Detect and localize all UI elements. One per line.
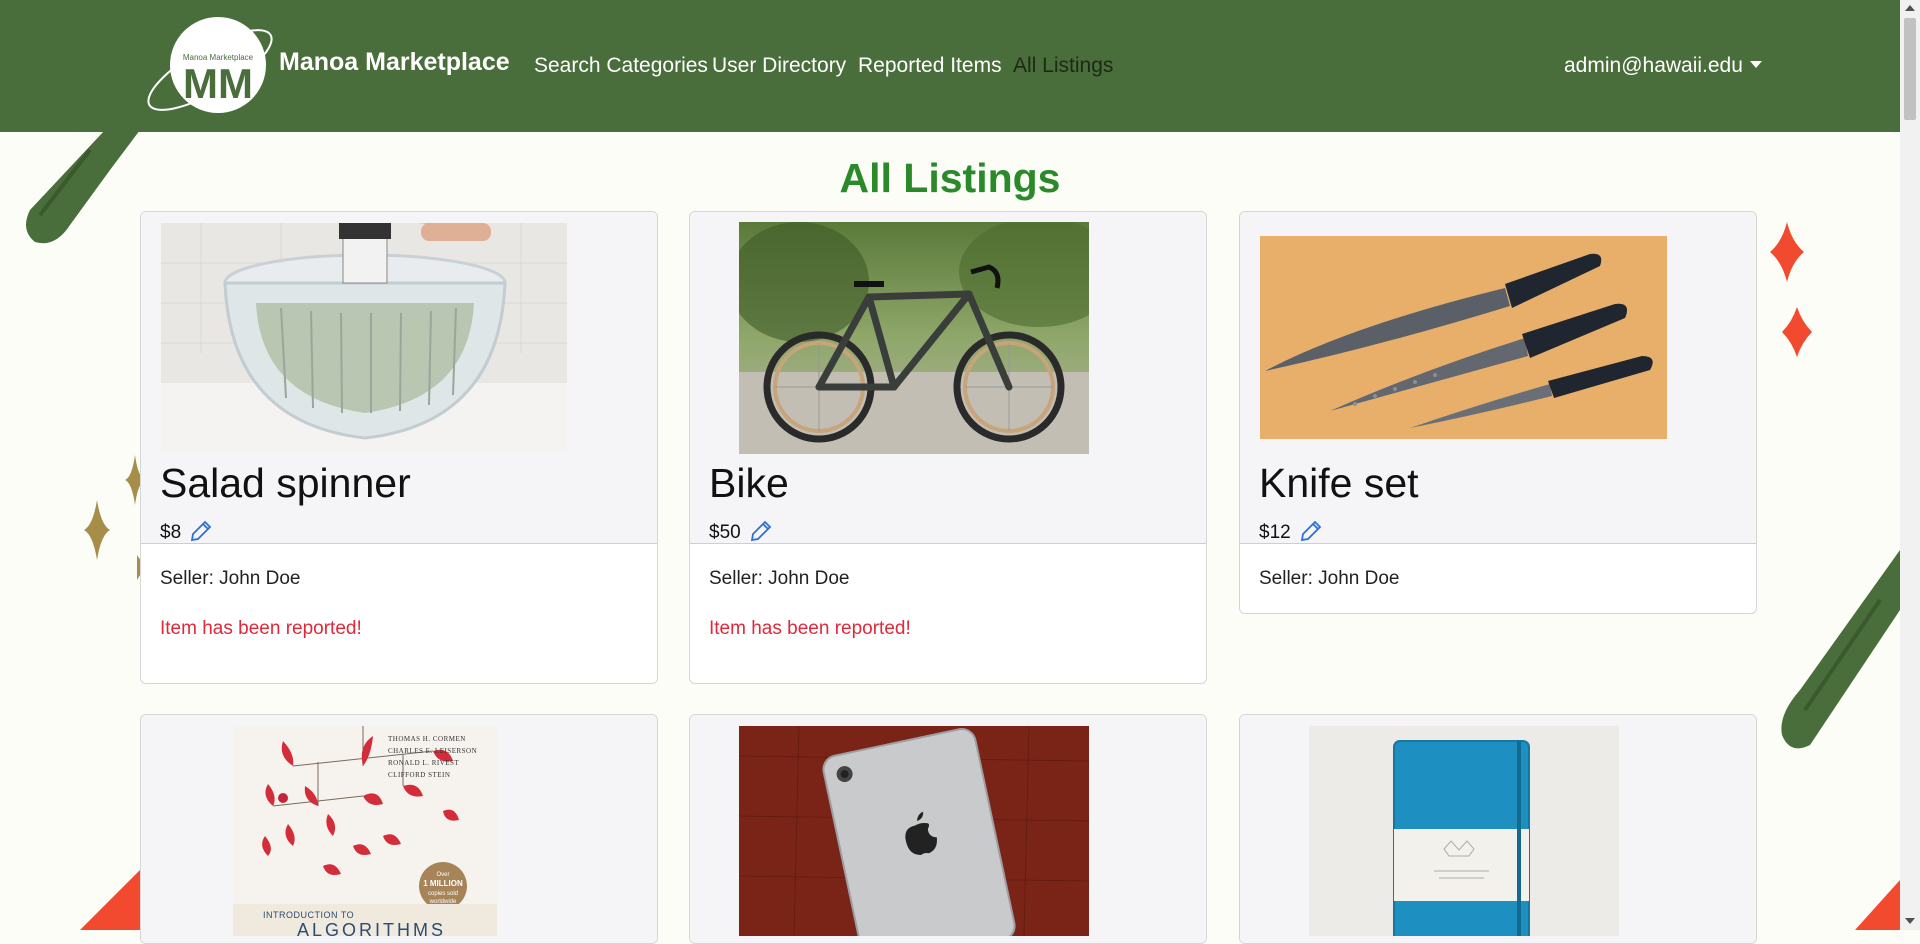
listing-card[interactable]: [1239, 714, 1757, 944]
green-brush-decor: [26, 130, 140, 244]
pencil-icon[interactable]: [750, 520, 772, 542]
red-diamond-decor: [1770, 222, 1812, 357]
seller-text: Seller: John Doe: [1259, 568, 1400, 589]
listing-price: $50: [709, 520, 772, 544]
pencil-icon[interactable]: [1300, 520, 1322, 542]
listing-card[interactable]: Bike $50 Seller: John Doe Item has been …: [689, 211, 1207, 684]
svg-text:Over: Over: [436, 872, 449, 878]
svg-text:ALGORITHMS: ALGORITHMS: [297, 920, 446, 936]
pencil-icon[interactable]: [190, 520, 212, 542]
listing-card[interactable]: Salad spinner $8 Seller: John Doe Item h…: [140, 211, 658, 684]
scroll-thumb[interactable]: [1904, 18, 1916, 120]
listing-image-ipad: [739, 726, 1089, 936]
page-scrollbar[interactable]: [1900, 0, 1920, 930]
user-email: admin@hawaii.edu: [1564, 54, 1743, 77]
listing-price: $8: [160, 520, 212, 544]
listing-name: Salad spinner: [160, 460, 411, 506]
listing-name: Knife set: [1259, 460, 1419, 506]
listing-card[interactable]: THOMAS H. CORMEN CHARLES E. LEISERSON RO…: [140, 714, 658, 944]
scroll-up-icon[interactable]: [1905, 5, 1915, 11]
svg-text:1 MILLION: 1 MILLION: [423, 879, 463, 888]
listing-price: $12: [1259, 520, 1322, 544]
seller-text: Seller: John Doe: [709, 568, 850, 589]
red-triangle-decor-right: [1855, 880, 1900, 930]
svg-text:THOMAS H. CORMEN: THOMAS H. CORMEN: [388, 735, 466, 743]
listing-name: Bike: [709, 460, 789, 506]
red-triangle-decor-left: [80, 870, 140, 930]
scroll-down-icon[interactable]: [1905, 918, 1915, 924]
price-value: $12: [1259, 522, 1291, 543]
caret-down-icon: [1749, 61, 1762, 68]
listing-card[interactable]: [689, 714, 1207, 944]
reported-notice: Item has been reported!: [160, 618, 362, 639]
svg-text:MM: MM: [183, 60, 253, 107]
logo[interactable]: Manoa Marketplace MM: [140, 15, 280, 120]
listing-image-notebook: [1309, 726, 1619, 936]
page-title: All Listings: [839, 155, 1061, 201]
listing-image-salad-spinner: [161, 223, 567, 452]
card-header: [1240, 715, 1756, 943]
green-brush-decor-right: [1781, 550, 1900, 749]
svg-text:copies sold: copies sold: [428, 891, 458, 897]
navbar: Manoa Marketplace MM Manoa Marketplace S…: [0, 0, 1920, 132]
svg-text:RONALD L. RIVEST: RONALD L. RIVEST: [388, 759, 459, 767]
user-dropdown[interactable]: admin@hawaii.edu: [1564, 54, 1762, 78]
listing-image-bike: [739, 222, 1089, 454]
price-value: $50: [709, 522, 741, 543]
listing-card[interactable]: Knife set $12 Seller: John Doe: [1239, 211, 1757, 614]
gold-sparkle-decor: [84, 455, 145, 580]
card-header: THOMAS H. CORMEN CHARLES E. LEISERSON RO…: [141, 715, 657, 943]
svg-text:INTRODUCTION TO: INTRODUCTION TO: [263, 910, 354, 920]
reported-notice: Item has been reported!: [709, 618, 911, 639]
nav-reported-items[interactable]: Reported Items: [858, 54, 1002, 78]
nav-user-directory[interactable]: User Directory: [712, 54, 846, 78]
listing-image-algorithms-book: THOMAS H. CORMEN CHARLES E. LEISERSON RO…: [233, 726, 497, 936]
listing-image-knife-set: [1260, 236, 1667, 439]
brand-name[interactable]: Manoa Marketplace: [279, 48, 510, 77]
card-header: [690, 715, 1206, 943]
nav-all-listings[interactable]: All Listings: [1013, 54, 1113, 78]
nav-search-categories[interactable]: Search Categories: [534, 54, 708, 78]
seller-text: Seller: John Doe: [160, 568, 301, 589]
svg-text:CLIFFORD STEIN: CLIFFORD STEIN: [388, 771, 450, 779]
svg-text:CHARLES E. LEISERSON: CHARLES E. LEISERSON: [388, 747, 477, 755]
price-value: $8: [160, 522, 182, 543]
